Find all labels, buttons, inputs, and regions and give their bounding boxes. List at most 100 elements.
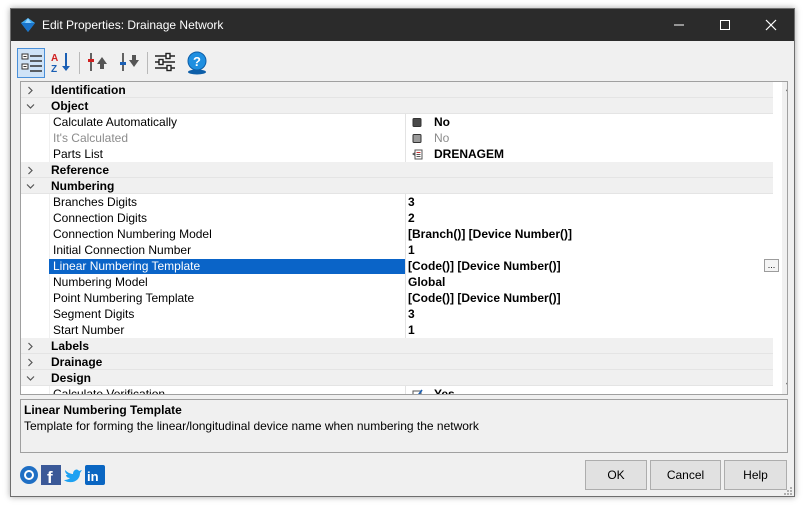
chevron-right-icon (28, 342, 33, 351)
property-value[interactable]: 1 (408, 243, 415, 257)
property-row[interactable]: Linear Numbering Template [Code()] [Devic… (21, 258, 779, 274)
move-up-button[interactable] (83, 48, 111, 78)
toolbar-separator (79, 52, 80, 74)
close-icon (765, 19, 777, 31)
category-label: Drainage (51, 355, 103, 369)
vertical-scrollbar[interactable] (782, 82, 788, 394)
property-value[interactable]: [Branch()] [Device Number()] (408, 227, 572, 241)
chevron-down-icon (26, 376, 35, 381)
category-row[interactable]: Reference (21, 162, 773, 178)
property-label: Point Numbering Template (53, 291, 195, 305)
category-row[interactable]: Design (21, 370, 773, 386)
column-separator (405, 258, 406, 274)
help-icon: ? (187, 51, 207, 75)
resize-grip-icon[interactable] (783, 486, 793, 496)
property-value[interactable]: 3 (408, 307, 415, 321)
category-row[interactable]: Numbering (21, 178, 773, 194)
chevron-right-icon (28, 166, 33, 175)
maximize-icon (720, 20, 730, 30)
help-button[interactable]: Help (724, 460, 787, 490)
property-value[interactable]: 2 (408, 211, 415, 225)
category-row[interactable]: Object (21, 98, 773, 114)
expander-collapsed[interactable] (25, 354, 37, 370)
checkbox-checked-icon[interactable] (412, 389, 423, 395)
minimize-button[interactable] (656, 9, 702, 41)
description-title: Linear Numbering Template (24, 403, 182, 417)
app-logo-link[interactable] (19, 465, 39, 485)
property-row[interactable]: Calculate Automatically No (21, 114, 773, 130)
move-down-button[interactable] (115, 48, 143, 78)
description-panel: Linear Numbering Template Template for f… (20, 399, 788, 453)
chevron-right-icon (28, 86, 33, 95)
property-row[interactable]: Connection Digits 2 (21, 210, 773, 226)
property-row[interactable]: Numbering Model Global (21, 274, 773, 290)
facebook-link[interactable]: f (41, 465, 61, 487)
app-logo-icon (20, 466, 38, 484)
property-row[interactable]: Initial Connection Number 1 (21, 242, 773, 258)
properties-dialog: Edit Properties: Drainage Network A Z ? … (10, 8, 795, 497)
checkbox-icon[interactable] (412, 133, 423, 144)
property-label: Parts List (53, 147, 104, 161)
checkbox-icon[interactable] (412, 117, 423, 128)
property-grid[interactable]: Identification Object Calculate Automatica… (20, 81, 788, 395)
category-label: Identification (51, 83, 126, 97)
row-gutter (49, 226, 50, 242)
row-gutter (49, 322, 50, 338)
property-row[interactable]: Segment Digits 3 (21, 306, 773, 322)
svg-text:f: f (47, 468, 53, 485)
categorized-view-icon (21, 53, 42, 72)
close-button[interactable] (748, 9, 794, 41)
expander-collapsed[interactable] (25, 162, 37, 178)
property-row[interactable]: Connection Numbering Model [Branch()] [De… (21, 226, 773, 242)
expander-expanded[interactable] (25, 178, 37, 194)
categorized-view-button[interactable] (17, 48, 45, 78)
parts-list-icon[interactable] (412, 149, 423, 160)
title-bar[interactable]: Edit Properties: Drainage Network (11, 9, 794, 41)
property-label: Calculate Verification (53, 387, 166, 395)
expander-collapsed[interactable] (25, 338, 37, 354)
maximize-button[interactable] (702, 9, 748, 41)
sort-az-button[interactable]: A Z (47, 48, 75, 78)
description-text: Template for forming the linear/longitud… (24, 419, 479, 433)
property-value[interactable]: No (434, 131, 449, 145)
property-value[interactable]: [Code()] [Device Number()] (408, 259, 561, 273)
ellipsis-button[interactable]: ... (764, 259, 779, 272)
property-row[interactable]: Point Numbering Template [Code()] [Device… (21, 290, 773, 306)
property-value[interactable]: No (434, 115, 450, 129)
property-row[interactable]: Start Number 1 (21, 322, 773, 338)
expander-expanded[interactable] (25, 370, 37, 386)
category-label: Design (51, 371, 92, 385)
property-label: Connection Digits (53, 211, 148, 225)
twitter-link[interactable] (63, 465, 83, 485)
property-row[interactable]: Parts List DRENAGEM (21, 146, 773, 162)
scroll-up-icon (786, 89, 787, 92)
toolbar: A Z ? (17, 48, 233, 78)
property-value[interactable]: Global (408, 275, 445, 289)
property-row[interactable]: It's Calculated No (21, 130, 773, 146)
row-gutter (49, 290, 50, 306)
expander-expanded[interactable] (25, 98, 37, 114)
expander-collapsed[interactable] (25, 82, 37, 98)
property-value[interactable]: DRENAGEM (434, 147, 504, 161)
settings-button[interactable] (151, 48, 179, 78)
row-gutter (49, 130, 50, 146)
category-row[interactable]: Identification (21, 82, 773, 98)
linkedin-icon: in (85, 465, 105, 485)
property-value[interactable]: [Code()] [Device Number()] (408, 291, 561, 305)
linkedin-link[interactable]: in (85, 465, 105, 485)
scrollbar-thumb[interactable] (787, 108, 788, 240)
chevron-right-icon (28, 358, 33, 367)
ok-button[interactable]: OK (585, 460, 647, 490)
category-row[interactable]: Labels (21, 338, 773, 354)
category-row[interactable]: Drainage (21, 354, 773, 370)
property-value[interactable]: Yes (434, 387, 455, 394)
property-row[interactable]: Branches Digits 3 (21, 194, 773, 210)
property-value[interactable]: 3 (408, 195, 415, 209)
help-toolbar-button[interactable]: ? (183, 48, 211, 78)
window-title: Edit Properties: Drainage Network (42, 18, 224, 32)
property-label: Segment Digits (53, 307, 135, 321)
svg-text:Z: Z (51, 64, 57, 73)
property-value[interactable]: 1 (408, 323, 415, 337)
cancel-button[interactable]: Cancel (650, 460, 721, 490)
property-row[interactable]: Calculate Verification Yes (21, 386, 773, 395)
